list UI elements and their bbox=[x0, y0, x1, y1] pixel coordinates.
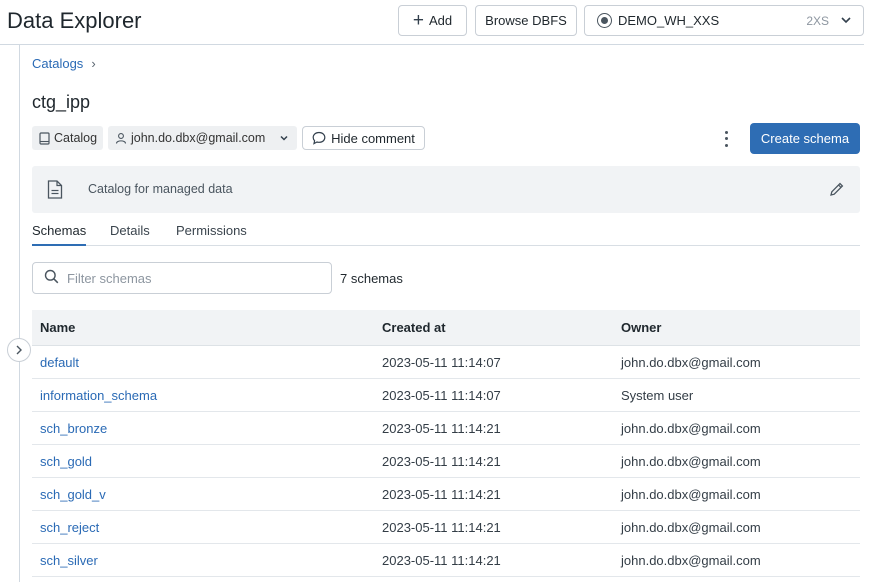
filter-box[interactable] bbox=[32, 262, 332, 294]
schemas-table: Name Created at Owner default 2023-05-11… bbox=[32, 310, 860, 577]
plus-icon: + bbox=[412, 10, 424, 31]
owner-cell: john.do.dbx@gmail.com bbox=[621, 354, 761, 370]
warehouse-select[interactable]: DEMO_WH_XXS 2XS bbox=[584, 5, 864, 36]
catalog-title: ctg_ipp bbox=[32, 92, 91, 112]
table-row[interactable]: default 2023-05-11 11:14:07 john.do.dbx@… bbox=[32, 346, 860, 379]
created-at-cell: 2023-05-11 11:14:21 bbox=[382, 552, 501, 568]
schema-name-link[interactable]: sch_bronze bbox=[32, 421, 382, 436]
tab-schemas[interactable]: Schemas bbox=[32, 223, 87, 246]
column-header-name[interactable]: Name bbox=[32, 320, 382, 335]
table-row[interactable]: sch_gold_v 2023-05-11 11:14:21 john.do.d… bbox=[32, 478, 860, 511]
schema-name-link[interactable]: sch_reject bbox=[32, 520, 382, 535]
tab-bar: Schemas Details Permissions bbox=[32, 221, 860, 246]
kebab-icon[interactable] bbox=[718, 129, 734, 149]
created-at-cell: 2023-05-11 11:14:21 bbox=[382, 519, 501, 535]
add-button[interactable]: + Add bbox=[398, 5, 467, 36]
tab-details[interactable]: Details bbox=[110, 223, 150, 246]
table-row[interactable]: information_schema 2023-05-11 11:14:07 S… bbox=[32, 379, 860, 412]
breadcrumb-catalogs-link[interactable]: Catalogs bbox=[32, 56, 83, 71]
catalog-type-label: Catalog bbox=[54, 131, 98, 145]
table-row[interactable]: sch_bronze 2023-05-11 11:14:21 john.do.d… bbox=[32, 412, 860, 445]
schema-name-link[interactable]: sch_gold bbox=[32, 454, 382, 469]
schema-name-link[interactable]: sch_silver bbox=[32, 553, 382, 568]
owner-cell: john.do.dbx@gmail.com bbox=[621, 519, 761, 535]
table-row[interactable]: sch_gold 2023-05-11 11:14:21 john.do.dbx… bbox=[32, 445, 860, 478]
chevron-down-icon[interactable] bbox=[278, 132, 290, 144]
created-at-cell: 2023-05-11 11:14:21 bbox=[382, 420, 501, 436]
schema-name-link[interactable]: information_schema bbox=[32, 388, 382, 403]
created-at-cell: 2023-05-11 11:14:07 bbox=[382, 387, 501, 403]
table-header: Name Created at Owner bbox=[32, 310, 860, 346]
owner-cell: john.do.dbx@gmail.com bbox=[621, 420, 761, 436]
created-at-cell: 2023-05-11 11:14:21 bbox=[382, 486, 501, 502]
owner-label: john.do.dbx@gmail.com bbox=[131, 131, 266, 145]
owner-cell: System user bbox=[621, 387, 694, 403]
catalog-type-tag: Catalog bbox=[32, 126, 103, 150]
radio-icon bbox=[597, 13, 612, 28]
search-icon bbox=[44, 269, 59, 287]
expand-sidebar-button[interactable] bbox=[7, 338, 31, 362]
filter-schemas-input[interactable] bbox=[67, 270, 317, 286]
schema-name-link[interactable]: default bbox=[32, 355, 382, 370]
document-icon bbox=[47, 180, 63, 202]
pencil-icon[interactable] bbox=[829, 181, 845, 200]
column-header-owner[interactable]: Owner bbox=[621, 320, 860, 335]
comment-panel: Catalog for managed data bbox=[32, 166, 860, 213]
owner-cell: john.do.dbx@gmail.com bbox=[621, 486, 761, 502]
header-divider bbox=[0, 44, 864, 45]
schema-count: 7 schemas bbox=[340, 271, 403, 286]
sidebar-divider bbox=[19, 45, 20, 582]
hide-comment-button[interactable]: Hide comment bbox=[302, 126, 425, 150]
book-icon bbox=[39, 131, 50, 145]
page-title: Data Explorer bbox=[7, 8, 142, 33]
browse-dbfs-button[interactable]: Browse DBFS bbox=[475, 5, 577, 36]
user-icon bbox=[115, 132, 127, 144]
speech-bubble-icon bbox=[312, 131, 326, 145]
schema-name-link[interactable]: sch_gold_v bbox=[32, 487, 382, 502]
created-at-cell: 2023-05-11 11:14:21 bbox=[382, 453, 501, 469]
owner-cell: john.do.dbx@gmail.com bbox=[621, 552, 761, 568]
chevron-down-icon bbox=[839, 13, 853, 30]
breadcrumb: Catalogs › bbox=[32, 56, 96, 71]
hide-comment-label: Hide comment bbox=[331, 130, 415, 146]
tab-permissions[interactable]: Permissions bbox=[176, 223, 247, 246]
breadcrumb-separator: › bbox=[91, 56, 96, 71]
warehouse-name: DEMO_WH_XXS bbox=[618, 13, 720, 28]
table-row[interactable]: sch_silver 2023-05-11 11:14:21 john.do.d… bbox=[32, 544, 860, 577]
warehouse-size: 2XS bbox=[806, 13, 829, 28]
owner-cell: john.do.dbx@gmail.com bbox=[621, 453, 761, 469]
chevron-right-icon bbox=[14, 343, 24, 358]
add-button-label: Add bbox=[428, 13, 453, 28]
owner-tag[interactable]: john.do.dbx@gmail.com bbox=[108, 126, 297, 150]
column-header-created[interactable]: Created at bbox=[382, 320, 621, 335]
create-schema-button[interactable]: Create schema bbox=[750, 123, 860, 154]
comment-text: Catalog for managed data bbox=[88, 182, 233, 196]
created-at-cell: 2023-05-11 11:14:07 bbox=[382, 354, 501, 370]
browse-dbfs-label: Browse DBFS bbox=[485, 13, 567, 28]
table-row[interactable]: sch_reject 2023-05-11 11:14:21 john.do.d… bbox=[32, 511, 860, 544]
